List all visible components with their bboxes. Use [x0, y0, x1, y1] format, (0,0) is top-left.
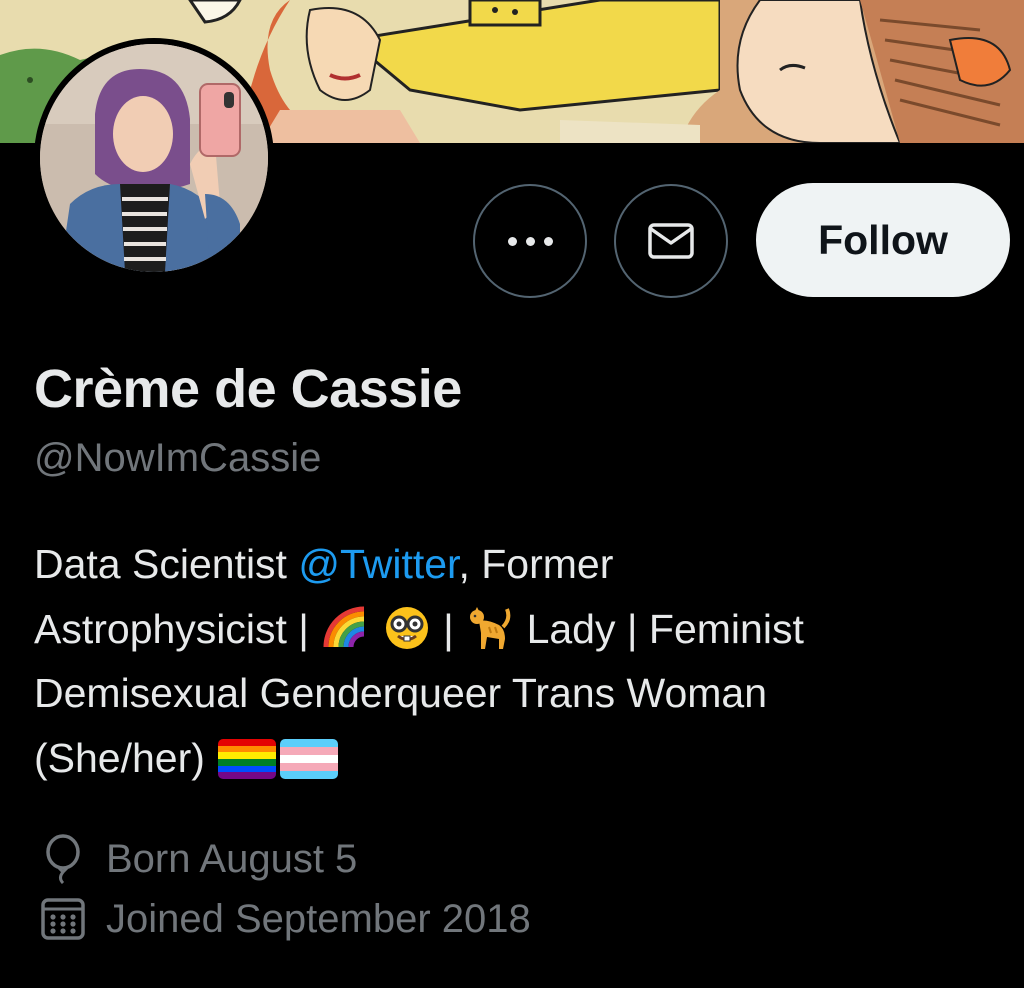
- profile-bio: Data Scientist @Twitter, Former Astrophy…: [34, 532, 994, 790]
- avatar-photo: [40, 44, 268, 272]
- transgender-flag-emoji: [280, 738, 339, 779]
- mention-link[interactable]: @Twitter: [298, 541, 458, 587]
- nerd-face-emoji: [384, 605, 430, 651]
- bio-text: Astrophysicist |: [34, 605, 321, 652]
- profile-avatar[interactable]: [34, 38, 274, 278]
- bio-line-2: Astrophysicist | | Lady | Feminist: [34, 597, 994, 662]
- joined-row: Joined September 2018: [34, 890, 531, 948]
- bio-text: Data Scientist: [34, 541, 299, 587]
- birthday-row: Born August 5: [34, 830, 357, 888]
- birthday-text: Born August 5: [106, 836, 358, 881]
- more-options-button[interactable]: [473, 184, 587, 298]
- joined-text: Joined September 2018: [106, 896, 531, 941]
- bio-line-4: (She/her): [34, 726, 994, 791]
- bio-text: Lady | Feminist: [515, 605, 804, 652]
- rainbow-emoji: [322, 605, 368, 651]
- profile-handle: @NowImCassie: [34, 436, 322, 480]
- bio-line-1: Data Scientist @Twitter, Former: [34, 532, 994, 597]
- envelope-icon: [648, 223, 694, 259]
- bio-text: (She/her): [34, 734, 217, 781]
- calendar-icon: [34, 890, 92, 948]
- follow-button[interactable]: Follow: [756, 183, 1010, 297]
- bio-line-3: Demisexual Genderqueer Trans Woman: [34, 670, 768, 716]
- cat-emoji: [467, 605, 513, 651]
- message-button[interactable]: [614, 184, 728, 298]
- display-name: Crème de Cassie: [34, 359, 462, 419]
- balloon-icon: [34, 830, 92, 888]
- more-horizontal-icon: [507, 236, 553, 246]
- rainbow-flag-emoji: [218, 738, 277, 779]
- bio-text: , Former: [458, 541, 614, 587]
- bio-text: |: [431, 605, 466, 652]
